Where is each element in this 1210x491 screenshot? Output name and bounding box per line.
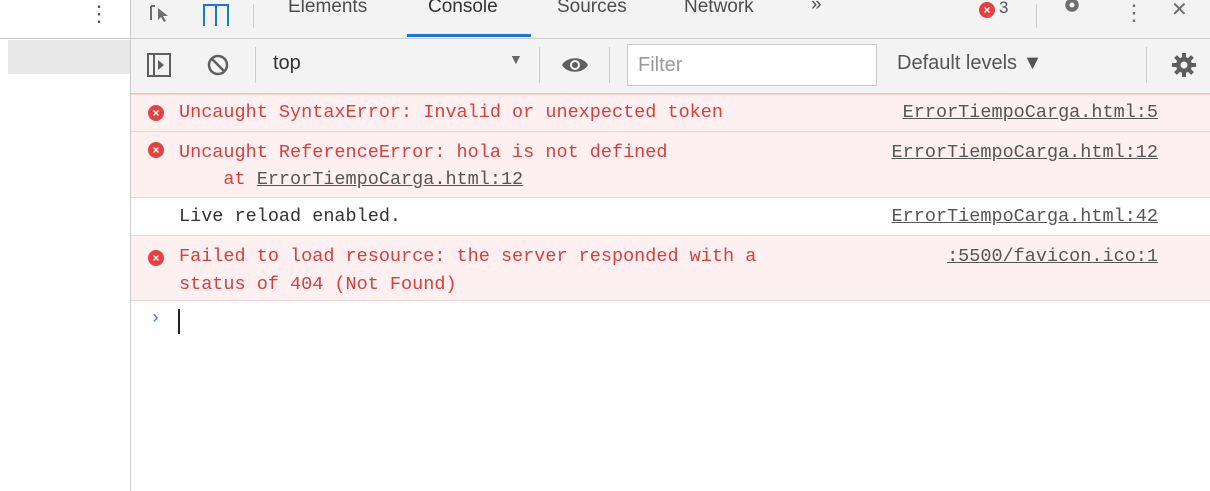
settings-icon[interactable] bbox=[1059, 0, 1085, 16]
dropdown-arrow-icon[interactable]: ▼ bbox=[509, 51, 523, 67]
tab-network[interactable]: Network bbox=[684, 0, 754, 18]
message-source-link[interactable]: ErrorTiempoCarga.html:5 bbox=[903, 98, 1158, 127]
left-pane-header bbox=[0, 0, 130, 39]
error-icon: × bbox=[148, 105, 164, 121]
console-message-error: × Failed to load resource: the server re… bbox=[131, 235, 1210, 301]
eye-icon[interactable] bbox=[561, 55, 589, 75]
filter-input[interactable] bbox=[627, 44, 877, 86]
tab-elements[interactable]: Elements bbox=[288, 0, 367, 18]
message-source-link[interactable]: :5500/favicon.ico:1 bbox=[947, 242, 1158, 271]
message-text: Uncaught SyntaxError: Invalid or unexpec… bbox=[179, 102, 723, 123]
device-toolbar-icon[interactable] bbox=[203, 4, 229, 26]
console-message-error: × Uncaught ReferenceError: hola is not d… bbox=[131, 131, 1210, 197]
message-text: Failed to load resource: the server resp… bbox=[179, 246, 757, 267]
error-icon: × bbox=[148, 142, 164, 158]
customize-menu-icon[interactable]: ⋮ bbox=[1123, 0, 1145, 26]
console-prompt-icon: › bbox=[150, 309, 161, 329]
stack-trace-line: at ErrorTiempoCarga.html:12 bbox=[179, 165, 523, 194]
toolbar-separator bbox=[609, 47, 610, 83]
tab-sources[interactable]: Sources bbox=[557, 0, 627, 18]
message-source-link[interactable]: ErrorTiempoCarga.html:12 bbox=[892, 138, 1158, 167]
active-tab-indicator bbox=[407, 34, 531, 37]
left-pane-selection[interactable] bbox=[8, 40, 130, 74]
error-count[interactable]: 3 bbox=[999, 0, 1008, 18]
inspect-element-icon[interactable] bbox=[149, 4, 171, 22]
log-levels-dropdown[interactable]: Default levels ▼ bbox=[897, 52, 1042, 75]
console-toolbar: top ▼ Default levels ▼ bbox=[131, 39, 1210, 94]
show-sidebar-icon[interactable] bbox=[147, 53, 171, 77]
context-selector[interactable]: top bbox=[273, 52, 301, 75]
message-text-continued: status of 404 (Not Found) bbox=[179, 274, 457, 295]
tab-console[interactable]: Console bbox=[428, 0, 498, 18]
more-tabs-icon[interactable]: » bbox=[811, 0, 822, 16]
toolbar-separator bbox=[539, 47, 540, 83]
error-count-icon[interactable]: × bbox=[979, 2, 995, 18]
tab-separator bbox=[253, 4, 254, 28]
console-message-error: × Uncaught SyntaxError: Invalid or unexp… bbox=[131, 94, 1210, 131]
devtools-tabbar: Elements Console Sources Network » × 3 ⋮… bbox=[131, 0, 1210, 39]
left-pane: ⋮ bbox=[0, 0, 131, 491]
message-source-link[interactable]: ErrorTiempoCarga.html:42 bbox=[892, 202, 1158, 231]
console-message-info: Live reload enabled. ErrorTiempoCarga.ht… bbox=[131, 197, 1210, 235]
toolbar-separator bbox=[1146, 47, 1147, 83]
console-settings-icon[interactable] bbox=[1171, 52, 1197, 78]
message-text: Uncaught ReferenceError: hola is not def… bbox=[179, 142, 668, 163]
message-text: Live reload enabled. bbox=[179, 206, 402, 227]
stack-trace-link[interactable]: ErrorTiempoCarga.html:12 bbox=[257, 169, 523, 190]
console-input[interactable] bbox=[178, 309, 180, 334]
error-icon: × bbox=[148, 250, 164, 266]
vertical-dots-icon[interactable]: ⋮ bbox=[88, 3, 110, 25]
stack-prefix: at bbox=[179, 169, 257, 190]
close-devtools-icon[interactable]: ✕ bbox=[1171, 0, 1188, 22]
clear-console-icon[interactable] bbox=[207, 54, 229, 76]
toolbar-separator bbox=[255, 47, 256, 83]
tab-separator bbox=[1036, 4, 1037, 28]
